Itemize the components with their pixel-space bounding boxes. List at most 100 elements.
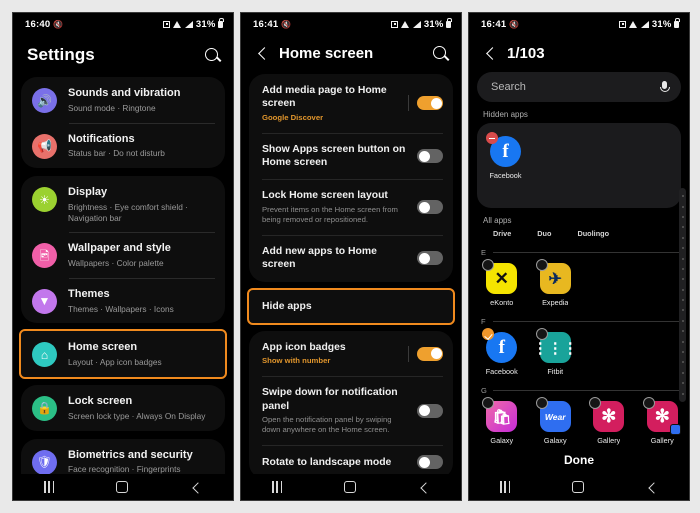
back-icon[interactable] [255, 46, 271, 62]
row-add-new-apps[interactable]: Add new apps to Home screen [249, 235, 453, 282]
toggle-app-icon-badges[interactable] [417, 346, 443, 361]
mute-icon: 🔇 [509, 19, 520, 29]
row-subtitle: Open the notification panel by swiping d… [262, 415, 392, 435]
app-checkbox[interactable] [482, 328, 495, 340]
galaxy-store-icon: 🛍 [482, 397, 518, 432]
status-time: 16:41 [253, 18, 279, 30]
partial-app-names-row: Drive Duo Duolingo [469, 229, 689, 240]
sidebar-item-home-screen[interactable]: ⌂ Home screen Layout · App icon badges [21, 331, 225, 377]
navigation-bar [13, 474, 233, 500]
back-nav-icon[interactable] [190, 481, 202, 493]
fitbit-icon: ⋮⋮⋮ [533, 328, 578, 363]
row-add-media-page[interactable]: Add media page to Home screen Google Dis… [249, 74, 453, 133]
app-checkbox[interactable] [642, 397, 655, 409]
signal-icon [412, 20, 422, 28]
row-title: Swipe down for notification panel [262, 387, 398, 412]
status-time: 16:41 [481, 18, 507, 30]
microphone-icon[interactable] [658, 80, 670, 95]
settings-list[interactable]: 🔊 Sounds and vibration Sound mode · Ring… [13, 77, 233, 474]
hide-apps-header: 1/103 [469, 35, 689, 70]
row-subtitle: Show with number [262, 356, 331, 366]
alpha-letter: F [481, 317, 486, 326]
search-icon[interactable] [432, 45, 449, 62]
settings-group-4: 🛡 Biometrics and security Face recogniti… [21, 438, 225, 474]
row-rotate-landscape[interactable]: Rotate to landscape mode [249, 445, 453, 474]
back-nav-icon[interactable] [646, 481, 658, 493]
phone-panel-settings: 16:40 🔇 31% Settings 🔊 Sounds and vibrat… [12, 12, 234, 501]
app-checkbox[interactable] [482, 259, 495, 271]
home-nav-icon[interactable] [572, 481, 585, 493]
home-nav-icon[interactable] [344, 481, 357, 493]
sidebar-item-lock-screen[interactable]: 🔒 Lock screen Screen lock type · Always … [21, 385, 225, 431]
hidden-apps-card: f Facebook [477, 123, 681, 208]
galaxy-wearable-icon: Wear [535, 397, 571, 432]
alphabet-index-scrollbar[interactable] [679, 188, 686, 402]
row-hide-apps[interactable]: Hide apps [249, 290, 453, 323]
back-nav-icon[interactable] [418, 481, 430, 493]
facebook-icon: f [486, 132, 521, 167]
phone-panel-home-screen: 16:41 🔇 31% Home screen Add media page t… [240, 12, 462, 501]
app-label: Duolingo [577, 229, 610, 238]
settings-group-3: 🔒 Lock screen Screen lock type · Always … [21, 384, 225, 431]
app-label: eKonto [490, 298, 514, 307]
app-checkbox[interactable] [486, 132, 498, 144]
app-checkbox[interactable] [535, 259, 548, 271]
recent-apps-icon[interactable] [499, 481, 511, 493]
home-nav-icon[interactable] [116, 481, 129, 493]
sidebar-item-display[interactable]: ☀ Display Brightness · Eye comfort shiel… [21, 176, 225, 232]
battery-percent: 31% [651, 18, 672, 30]
app-checkbox[interactable] [535, 328, 548, 340]
toggle-swipe-down-notifications[interactable] [417, 403, 443, 418]
sidebar-item-notifications[interactable]: 📢 Notifications Status bar · Do not dist… [21, 122, 225, 169]
battery-percent: 31% [195, 18, 216, 30]
themes-icon: ▼ [32, 288, 57, 314]
app-label: Fitbit [547, 367, 564, 376]
shield-icon: 🛡 [32, 449, 57, 474]
row-title: App icon badges [262, 341, 346, 353]
app-cell-gallery-2[interactable]: ✻ Gallery [636, 397, 690, 447]
app-cell-facebook[interactable]: f Facebook [475, 328, 529, 378]
home-screen-header: Home screen [241, 35, 461, 74]
row-show-apps-button[interactable]: Show Apps screen button on Home screen [249, 132, 453, 180]
row-swipe-down-notifications[interactable]: Swipe down for notification panel Open t… [249, 376, 453, 445]
recent-apps-icon[interactable] [271, 481, 283, 493]
navigation-bar [241, 474, 461, 500]
recent-apps-icon[interactable] [43, 481, 55, 493]
app-checkbox[interactable] [535, 397, 548, 409]
app-status-icon [619, 20, 627, 28]
gallery-icon: ✻ [642, 397, 681, 435]
app-cell-galaxy-store[interactable]: 🛍 Galaxy [475, 397, 529, 447]
back-icon[interactable] [483, 46, 499, 62]
app-cell-expedia[interactable]: ✈ Expedia [529, 259, 583, 309]
toggle-add-new-apps[interactable] [417, 251, 443, 266]
app-checkbox[interactable] [482, 397, 495, 409]
row-lock-home-layout[interactable]: Lock Home screen layout Prevent items on… [249, 179, 453, 235]
search-input[interactable]: Search [477, 72, 681, 102]
hide-apps-body[interactable]: Search Hidden apps f Facebook All apps D… [469, 70, 689, 474]
home-screen-settings-list[interactable]: Add media page to Home screen Google Dis… [241, 74, 461, 474]
highlight-hide-apps: Hide apps [247, 287, 455, 325]
app-cell-gallery-1[interactable]: ✻ Gallery [582, 397, 636, 447]
toggle-lock-home-layout[interactable] [417, 200, 443, 215]
sidebar-item-sounds[interactable]: 🔊 Sounds and vibration Sound mode · Ring… [21, 77, 225, 123]
search-icon[interactable] [204, 47, 221, 64]
done-button[interactable]: Done [469, 447, 689, 474]
divider [408, 95, 409, 112]
brightness-icon: ☀ [32, 187, 57, 213]
app-cell-galaxy-wearable[interactable]: Wear Galaxy [529, 397, 583, 447]
row-title: Hide apps [262, 300, 312, 312]
home-settings-group-2: App icon badges Show with number Swipe d… [249, 330, 453, 474]
app-cell-hidden-facebook[interactable]: f Facebook [481, 132, 530, 182]
app-label: Galaxy [490, 436, 514, 445]
row-app-icon-badges[interactable]: App icon badges Show with number [249, 331, 453, 376]
sidebar-item-wallpaper[interactable]: 🖻 Wallpaper and style Wallpapers · Color… [21, 232, 225, 278]
app-cell-fitbit[interactable]: ⋮⋮⋮ Fitbit [529, 328, 583, 378]
sidebar-item-biometrics[interactable]: 🛡 Biometrics and security Face recogniti… [21, 439, 225, 474]
sidebar-item-themes[interactable]: ▼ Themes Themes · Wallpapers · Icons [21, 277, 225, 324]
toggle-show-apps-button[interactable] [417, 149, 443, 164]
toggle-add-media-page[interactable] [417, 96, 443, 111]
alpha-divider-e: E [469, 240, 689, 259]
app-checkbox[interactable] [589, 397, 602, 409]
app-cell-ekonto[interactable]: ✕ eKonto [475, 259, 529, 309]
toggle-rotate-landscape[interactable] [417, 455, 443, 470]
